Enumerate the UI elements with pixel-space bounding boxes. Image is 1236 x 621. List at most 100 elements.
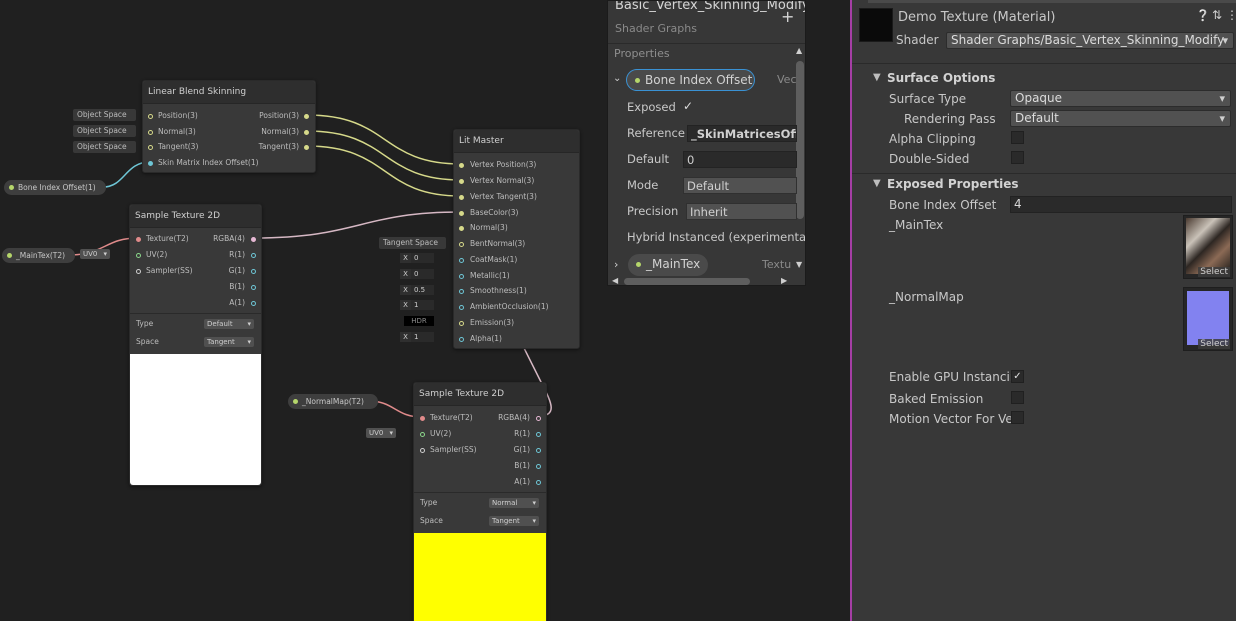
default-value-field[interactable]: 0 <box>683 151 797 168</box>
port-dot[interactable] <box>148 130 153 135</box>
port-dot[interactable] <box>304 114 309 119</box>
port-dot[interactable] <box>459 211 464 216</box>
alpha-clipping-checkbox[interactable] <box>1011 131 1024 144</box>
motion-vector-checkbox[interactable] <box>1011 411 1024 424</box>
port-dot[interactable] <box>148 161 153 166</box>
horizontal-scrollbar[interactable] <box>624 278 750 285</box>
uv-dropdown[interactable]: UV0 <box>80 249 110 259</box>
scroll-left-icon[interactable]: ◀ <box>612 276 618 285</box>
port-dot[interactable] <box>136 253 141 258</box>
port-dot[interactable] <box>536 480 541 485</box>
port-dot[interactable] <box>459 305 464 310</box>
port-dot[interactable] <box>459 242 464 247</box>
mode-dropdown[interactable]: Default <box>683 177 797 194</box>
vertical-scrollbar[interactable] <box>796 61 804 219</box>
sample-texture-2d-node[interactable]: Sample Texture 2D Texture(T2) UV(2) Samp… <box>413 382 547 621</box>
object-space-pill[interactable]: Object Space <box>73 125 136 137</box>
port-dot[interactable] <box>459 195 464 200</box>
object-space-pill[interactable]: Object Space <box>73 109 136 121</box>
uv-dropdown[interactable]: UV0 <box>366 428 396 438</box>
port-dot[interactable] <box>459 337 464 342</box>
foldout-arrow-icon[interactable]: ▼ <box>873 72 881 83</box>
double-sided-checkbox[interactable] <box>1011 151 1024 164</box>
port-dot[interactable] <box>459 321 464 326</box>
port-dot[interactable] <box>420 448 425 453</box>
chevron-down-icon[interactable]: ⌄ <box>613 73 621 84</box>
linear-blend-skinning-node[interactable]: Linear Blend Skinning Position(3) Normal… <box>142 80 316 173</box>
port-dot[interactable] <box>536 416 541 421</box>
blackboard-panel[interactable]: Basic_Vertex_Skinning_Modify Shader Grap… <box>607 0 806 286</box>
space-dropdown[interactable]: Tangent <box>204 337 254 347</box>
port-dot[interactable] <box>304 130 309 135</box>
port-dot[interactable] <box>420 416 425 421</box>
port-dot[interactable] <box>459 258 464 263</box>
preset-sliders-icon[interactable]: ⇅ <box>1212 8 1222 22</box>
port-dot[interactable] <box>136 237 141 242</box>
maintex-property-node[interactable]: _MainTex(T2) <box>2 248 75 263</box>
maintex-texture-slot[interactable]: Select <box>1183 215 1233 279</box>
slot-value[interactable]: 1 <box>411 300 434 310</box>
port-dot[interactable] <box>304 145 309 150</box>
bone-index-offset-field[interactable]: 4 <box>1010 196 1232 213</box>
slot-value[interactable]: 0 <box>411 253 434 263</box>
chevron-right-icon[interactable]: › <box>614 258 618 271</box>
gpu-instancing-checkbox[interactable]: ✓ <box>1011 370 1024 383</box>
baked-emission-checkbox[interactable] <box>1011 391 1024 404</box>
select-button[interactable]: Select <box>1198 339 1230 349</box>
help-icon[interactable]: ❔ <box>1196 9 1210 22</box>
lit-master-node[interactable]: Lit Master Vertex Position(3) Vertex Nor… <box>453 129 580 349</box>
tangent-space-pill[interactable]: Tangent Space <box>379 237 446 249</box>
scroll-down-icon[interactable]: ▼ <box>796 260 802 269</box>
select-button[interactable]: Select <box>1198 267 1230 277</box>
slot-value[interactable]: 1 <box>411 332 434 342</box>
object-space-pill[interactable]: Object Space <box>73 141 136 153</box>
port-dot[interactable] <box>148 114 153 119</box>
port-dot[interactable] <box>536 464 541 469</box>
material-inspector[interactable]: Demo Texture (Material) ❔ ⇅ ⋮ Shader Sha… <box>850 0 1236 621</box>
port-dot[interactable] <box>251 285 256 290</box>
port-dot[interactable] <box>536 432 541 437</box>
smoothness-slot[interactable]: X 0.5 <box>400 285 434 295</box>
type-dropdown[interactable]: Default <box>204 319 254 329</box>
port-dot[interactable] <box>459 226 464 231</box>
sample-texture-2d-node[interactable]: Sample Texture 2D Texture(T2) UV(2) Samp… <box>129 204 262 486</box>
maintex-property[interactable]: _MainTex <box>628 254 708 276</box>
foldout-arrow-icon[interactable]: ▼ <box>873 178 881 189</box>
port-dot[interactable] <box>136 269 141 274</box>
port-dot[interactable] <box>536 448 541 453</box>
normalmap-property-node[interactable]: _NormalMap(T2) <box>288 394 378 409</box>
port-dot[interactable] <box>251 301 256 306</box>
alpha-slot[interactable]: X1 <box>400 332 434 342</box>
surface-options-header[interactable]: Surface Options <box>887 71 995 85</box>
scroll-up-icon[interactable]: ▲ <box>796 46 802 55</box>
precision-dropdown[interactable]: Inherit <box>686 203 797 220</box>
reference-field[interactable]: _SkinMatricesOff <box>687 125 797 142</box>
coatmask-slot[interactable]: X0 <box>400 253 434 263</box>
slot-value[interactable]: 0 <box>411 269 434 279</box>
shader-dropdown[interactable]: Shader Graphs/Basic_Vertex_Skinning_Modi… <box>946 32 1234 49</box>
scroll-right-icon[interactable]: ▶ <box>781 276 787 285</box>
port-dot[interactable] <box>148 145 153 150</box>
port-dot[interactable] <box>459 274 464 279</box>
bone-index-offset-property[interactable]: Bone Index Offset <box>626 69 755 91</box>
port-dot[interactable] <box>251 253 256 258</box>
port-dot[interactable] <box>251 269 256 274</box>
bone-index-offset-node[interactable]: Bone Index Offset(1) <box>4 180 106 195</box>
type-dropdown[interactable]: Normal <box>489 498 539 508</box>
port-dot[interactable] <box>420 432 425 437</box>
ambient-occlusion-slot[interactable]: X1 <box>400 300 434 310</box>
space-dropdown[interactable]: Tangent <box>489 516 539 526</box>
surface-type-dropdown[interactable]: Opaque <box>1010 90 1231 107</box>
metallic-slot[interactable]: X0 <box>400 269 434 279</box>
port-dot[interactable] <box>459 179 464 184</box>
port-dot[interactable] <box>251 237 256 242</box>
emission-hdr-swatch[interactable]: HDR <box>404 316 434 326</box>
add-property-button[interactable]: + <box>781 7 794 26</box>
normalmap-texture-slot[interactable]: Select <box>1183 287 1233 351</box>
slot-value[interactable]: 0.5 <box>411 285 434 295</box>
port-dot[interactable] <box>459 289 464 294</box>
exposed-checkbox[interactable]: ✓ <box>683 99 693 113</box>
exposed-properties-header[interactable]: Exposed Properties <box>887 177 1019 191</box>
port-dot[interactable] <box>459 163 464 168</box>
more-options-icon[interactable]: ⋮ <box>1226 8 1236 22</box>
